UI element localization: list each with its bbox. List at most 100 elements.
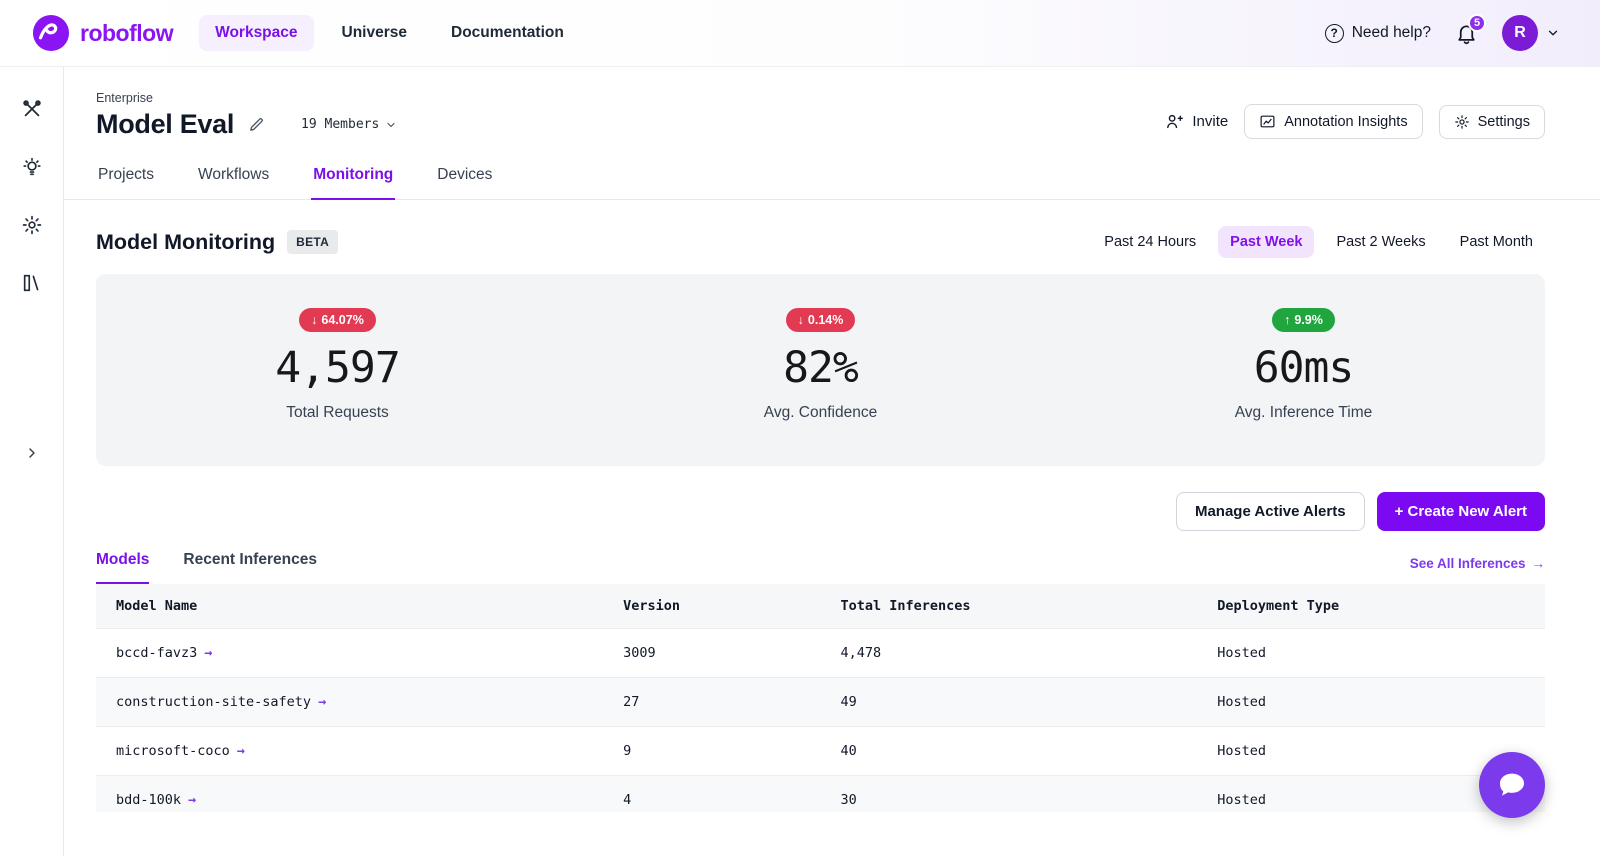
- account-menu[interactable]: R: [1502, 15, 1560, 51]
- invite-label: Invite: [1192, 113, 1228, 130]
- annotation-insights-label: Annotation Insights: [1284, 114, 1407, 130]
- table-row: bccd-favz3→30094,478Hosted: [96, 629, 1545, 678]
- avatar: R: [1502, 15, 1538, 51]
- tab-devices[interactable]: Devices: [435, 156, 494, 200]
- model-name-link[interactable]: bdd-100k: [116, 792, 181, 808]
- beta-badge: BETA: [287, 230, 338, 254]
- notifications-button[interactable]: 5: [1455, 22, 1478, 45]
- stat-total-requests: ↓ 64.07% 4,597 Total Requests: [96, 308, 579, 422]
- navbar-right: ? Need help? 5 R: [1325, 15, 1560, 51]
- total-inferences-cell: 40: [820, 727, 1197, 776]
- time-range-selector: Past 24 Hours Past Week Past 2 Weeks Past M…: [1092, 226, 1545, 258]
- range-past-week[interactable]: Past Week: [1218, 226, 1314, 258]
- lightbulb-icon[interactable]: [20, 155, 44, 179]
- invite-button[interactable]: Invite: [1165, 112, 1228, 131]
- workspace-header: Enterprise Model Eval 19 Members: [64, 67, 1600, 140]
- gear-icon[interactable]: [20, 213, 44, 237]
- plan-label: Enterprise: [96, 91, 397, 105]
- tab-monitoring[interactable]: Monitoring: [311, 156, 395, 200]
- stat-avg-confidence: ↓ 0.14% 82% Avg. Confidence: [579, 308, 1062, 422]
- model-name-link[interactable]: construction-site-safety: [116, 694, 311, 710]
- person-plus-icon: [1165, 112, 1184, 131]
- workspace-title: Model Eval: [96, 109, 234, 140]
- annotation-insights-button[interactable]: Annotation Insights: [1244, 104, 1422, 139]
- model-name-link[interactable]: microsoft-coco: [116, 743, 230, 759]
- nav-link-universe[interactable]: Universe: [326, 15, 423, 51]
- tools-icon[interactable]: [20, 97, 44, 121]
- monitoring-page: Model Monitoring BETA Past 24 HoursPast …: [64, 200, 1600, 856]
- range-past-2-weeks[interactable]: Past 2 Weeks: [1324, 226, 1437, 258]
- help-icon: ?: [1325, 24, 1344, 43]
- see-all-label: See All Inferences: [1410, 556, 1526, 571]
- chat-widget-button[interactable]: [1479, 752, 1545, 818]
- roboflow-logo-icon: [32, 14, 70, 52]
- delta-badge: ↑ 9.9%: [1272, 308, 1335, 332]
- delta-badge: ↓ 0.14%: [786, 308, 856, 332]
- tab-workflows[interactable]: Workflows: [196, 156, 271, 200]
- stat-value: 82%: [783, 343, 858, 393]
- column-header-version: Version: [603, 584, 820, 629]
- version-cell: 4: [603, 776, 820, 813]
- total-inferences-cell: 4,478: [820, 629, 1197, 678]
- top-navbar: roboflow WorkspaceUniverseDocumentation …: [0, 0, 1600, 67]
- models-tabs: Models Recent Inferences: [96, 551, 317, 584]
- table-row: microsoft-coco→940Hosted: [96, 727, 1545, 776]
- delta-arrow-icon: ↓: [311, 313, 317, 327]
- need-help-button[interactable]: ? Need help?: [1325, 24, 1431, 43]
- notification-badge: 5: [1468, 14, 1486, 32]
- need-help-label: Need help?: [1352, 24, 1431, 42]
- delta-arrow-icon: ↓: [798, 313, 804, 327]
- chat-bubble-icon: [1496, 769, 1528, 801]
- stats-panel: ↓ 64.07% 4,597 Total Requests ↓ 0.14% 82…: [96, 274, 1545, 466]
- library-icon[interactable]: [20, 271, 44, 295]
- models-table-container: Model NameVersionTotal InferencesDeploym…: [96, 584, 1545, 812]
- page-title: Model Monitoring: [96, 230, 275, 255]
- settings-label: Settings: [1478, 114, 1530, 130]
- chart-icon: [1259, 113, 1276, 130]
- arrow-right-icon: →: [1532, 556, 1546, 571]
- delta-value: 0.14%: [808, 313, 843, 327]
- delta-badge: ↓ 64.07%: [299, 308, 376, 332]
- sidebar-expand-chevron[interactable]: [24, 445, 40, 466]
- version-cell: 9: [603, 727, 820, 776]
- workspace-tabs: Projects Workflows Monitoring Devices: [64, 156, 1600, 200]
- chevron-down-icon: [385, 119, 397, 131]
- delta-value: 64.07%: [321, 313, 363, 327]
- see-all-inferences-link[interactable]: See All Inferences →: [1410, 556, 1545, 584]
- settings-button[interactable]: Settings: [1439, 105, 1545, 139]
- nav-links: Workspace Universe Documentation: [199, 15, 580, 51]
- range-past-month[interactable]: Past Month: [1448, 226, 1545, 258]
- table-row: construction-site-safety→2749Hosted: [96, 678, 1545, 727]
- version-cell: 27: [603, 678, 820, 727]
- table-tab-recent-inferences[interactable]: Recent Inferences: [183, 551, 317, 584]
- column-header-deployment-type: Deployment Type: [1197, 584, 1545, 629]
- edit-pencil-icon[interactable]: [248, 116, 265, 133]
- nav-link-documentation[interactable]: Documentation: [435, 15, 580, 51]
- stat-avg-inference-time: ↑ 9.9% 60ms Avg. Inference Time: [1062, 308, 1545, 422]
- left-sidebar: [0, 67, 64, 856]
- brand-name: roboflow: [80, 20, 173, 47]
- manage-alerts-button[interactable]: Manage Active Alerts: [1176, 492, 1365, 531]
- chevron-down-icon: [1546, 26, 1560, 40]
- roboflow-logo[interactable]: roboflow: [32, 14, 173, 52]
- model-name-link[interactable]: bccd-favz3: [116, 645, 197, 661]
- members-count: 19 Members: [301, 117, 379, 132]
- table-row: bdd-100k→430Hosted: [96, 776, 1545, 813]
- nav-link-workspace[interactable]: Workspace: [199, 15, 313, 51]
- arrow-right-icon: →: [318, 694, 326, 710]
- create-alert-button[interactable]: + Create New Alert: [1377, 492, 1545, 531]
- gear-icon: [1454, 114, 1470, 130]
- total-inferences-cell: 49: [820, 678, 1197, 727]
- models-table-header-row: Model NameVersionTotal InferencesDeploym…: [96, 584, 1545, 629]
- total-inferences-cell: 30: [820, 776, 1197, 813]
- members-dropdown[interactable]: 19 Members: [301, 117, 397, 132]
- table-tab-models[interactable]: Models: [96, 551, 149, 584]
- tab-projects[interactable]: Projects: [96, 156, 156, 200]
- stat-value: 60ms: [1254, 343, 1354, 393]
- models-table: Model NameVersionTotal InferencesDeploym…: [96, 584, 1545, 812]
- stat-label: Total Requests: [286, 404, 389, 422]
- column-header-total-inferences: Total Inferences: [820, 584, 1197, 629]
- range-past-24-hours[interactable]: Past 24 Hours: [1092, 226, 1208, 258]
- arrow-right-icon: →: [188, 792, 196, 808]
- delta-arrow-icon: ↑: [1284, 313, 1290, 327]
